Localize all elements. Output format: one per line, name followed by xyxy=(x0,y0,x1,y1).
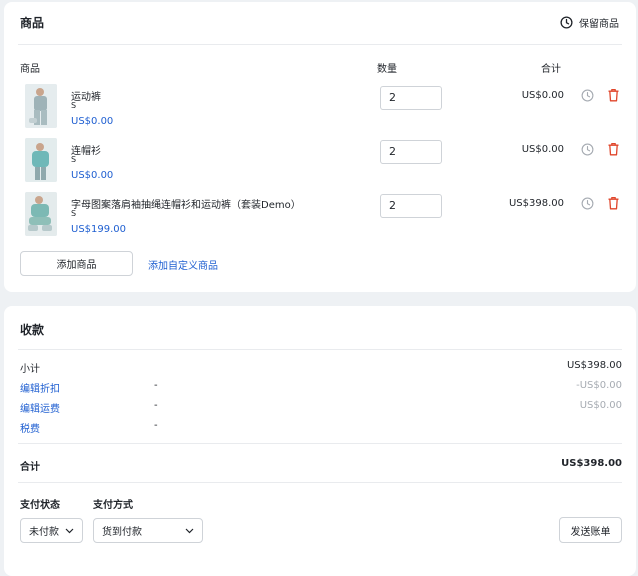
total-label: 合计 xyxy=(20,462,40,473)
product-image-sweatpants xyxy=(25,84,57,128)
payment-status-label: 支付状态 xyxy=(20,500,60,511)
chevron-down-icon xyxy=(65,528,74,534)
add-custom-product-link[interactable]: 添加自定义商品 xyxy=(148,257,218,272)
discount-dash: - xyxy=(154,380,158,391)
shipping-value: US$0.00 xyxy=(579,400,622,411)
add-product-button[interactable]: 添加商品 xyxy=(20,251,133,276)
payment-method-label: 支付方式 xyxy=(93,500,133,511)
payment-title: 收款 xyxy=(20,323,45,337)
edit-shipping-link[interactable]: 编辑运费 xyxy=(20,400,60,415)
trash-icon[interactable] xyxy=(605,141,621,157)
tax-link[interactable]: 税费 xyxy=(20,420,40,435)
payment-status-value: 未付款 xyxy=(29,527,59,538)
quantity-input[interactable]: 2 xyxy=(380,86,442,110)
payment-method-select[interactable]: 货到付款 xyxy=(93,518,203,543)
keep-item-clock-icon[interactable] xyxy=(579,87,595,103)
keep-products-label: 保留商品 xyxy=(579,19,619,30)
column-header-total: 合计 xyxy=(541,64,561,75)
payment-card: 收款 小计 US$398.00 编辑折扣 - -US$0.00 编辑运费 - U… xyxy=(4,306,636,576)
divider xyxy=(18,443,622,444)
product-name[interactable]: 字母图案落肩袖抽绳连帽衫和运动裤（套装Demo） xyxy=(71,196,301,211)
subtotal-label: 小计 xyxy=(20,364,40,375)
products-title: 商品 xyxy=(20,16,45,30)
divider xyxy=(18,482,622,483)
trash-icon[interactable] xyxy=(605,195,621,211)
shipping-dash: - xyxy=(154,400,158,411)
product-price: US$199.00 xyxy=(71,224,127,235)
column-header-product: 商品 xyxy=(20,64,40,75)
divider xyxy=(18,44,622,45)
divider xyxy=(18,349,622,350)
keep-products-button[interactable]: 保留商品 xyxy=(560,15,619,30)
payment-method-value: 货到付款 xyxy=(102,527,142,538)
line-total: US$0.00 xyxy=(521,90,564,101)
clock-icon xyxy=(560,16,573,29)
keep-item-clock-icon[interactable] xyxy=(579,141,595,157)
product-variant: S xyxy=(71,209,77,218)
products-card: 商品 保留商品 商品 数量 合计 运动裤 S US$0.00 2 US$0.00… xyxy=(4,2,636,292)
product-image-set xyxy=(25,192,57,236)
product-price: US$0.00 xyxy=(71,170,114,181)
line-total: US$0.00 xyxy=(521,144,564,155)
line-total: US$398.00 xyxy=(508,198,564,209)
tax-dash: - xyxy=(154,420,158,431)
total-value: US$398.00 xyxy=(561,458,622,469)
quantity-input[interactable]: 2 xyxy=(380,140,442,164)
trash-icon[interactable] xyxy=(605,87,621,103)
payment-status-select[interactable]: 未付款 xyxy=(20,518,83,543)
quantity-input[interactable]: 2 xyxy=(380,194,442,218)
subtotal-value: US$398.00 xyxy=(566,360,622,371)
product-variant: S xyxy=(71,101,77,110)
column-header-qty: 数量 xyxy=(377,64,397,75)
chevron-down-icon xyxy=(185,528,194,534)
product-image-hoodie xyxy=(25,138,57,182)
product-price: US$0.00 xyxy=(71,116,114,127)
edit-discount-link[interactable]: 编辑折扣 xyxy=(20,380,60,395)
keep-item-clock-icon[interactable] xyxy=(579,195,595,211)
discount-value: -US$0.00 xyxy=(576,380,622,391)
product-variant: S xyxy=(71,155,77,164)
send-invoice-button[interactable]: 发送账单 xyxy=(559,517,622,543)
